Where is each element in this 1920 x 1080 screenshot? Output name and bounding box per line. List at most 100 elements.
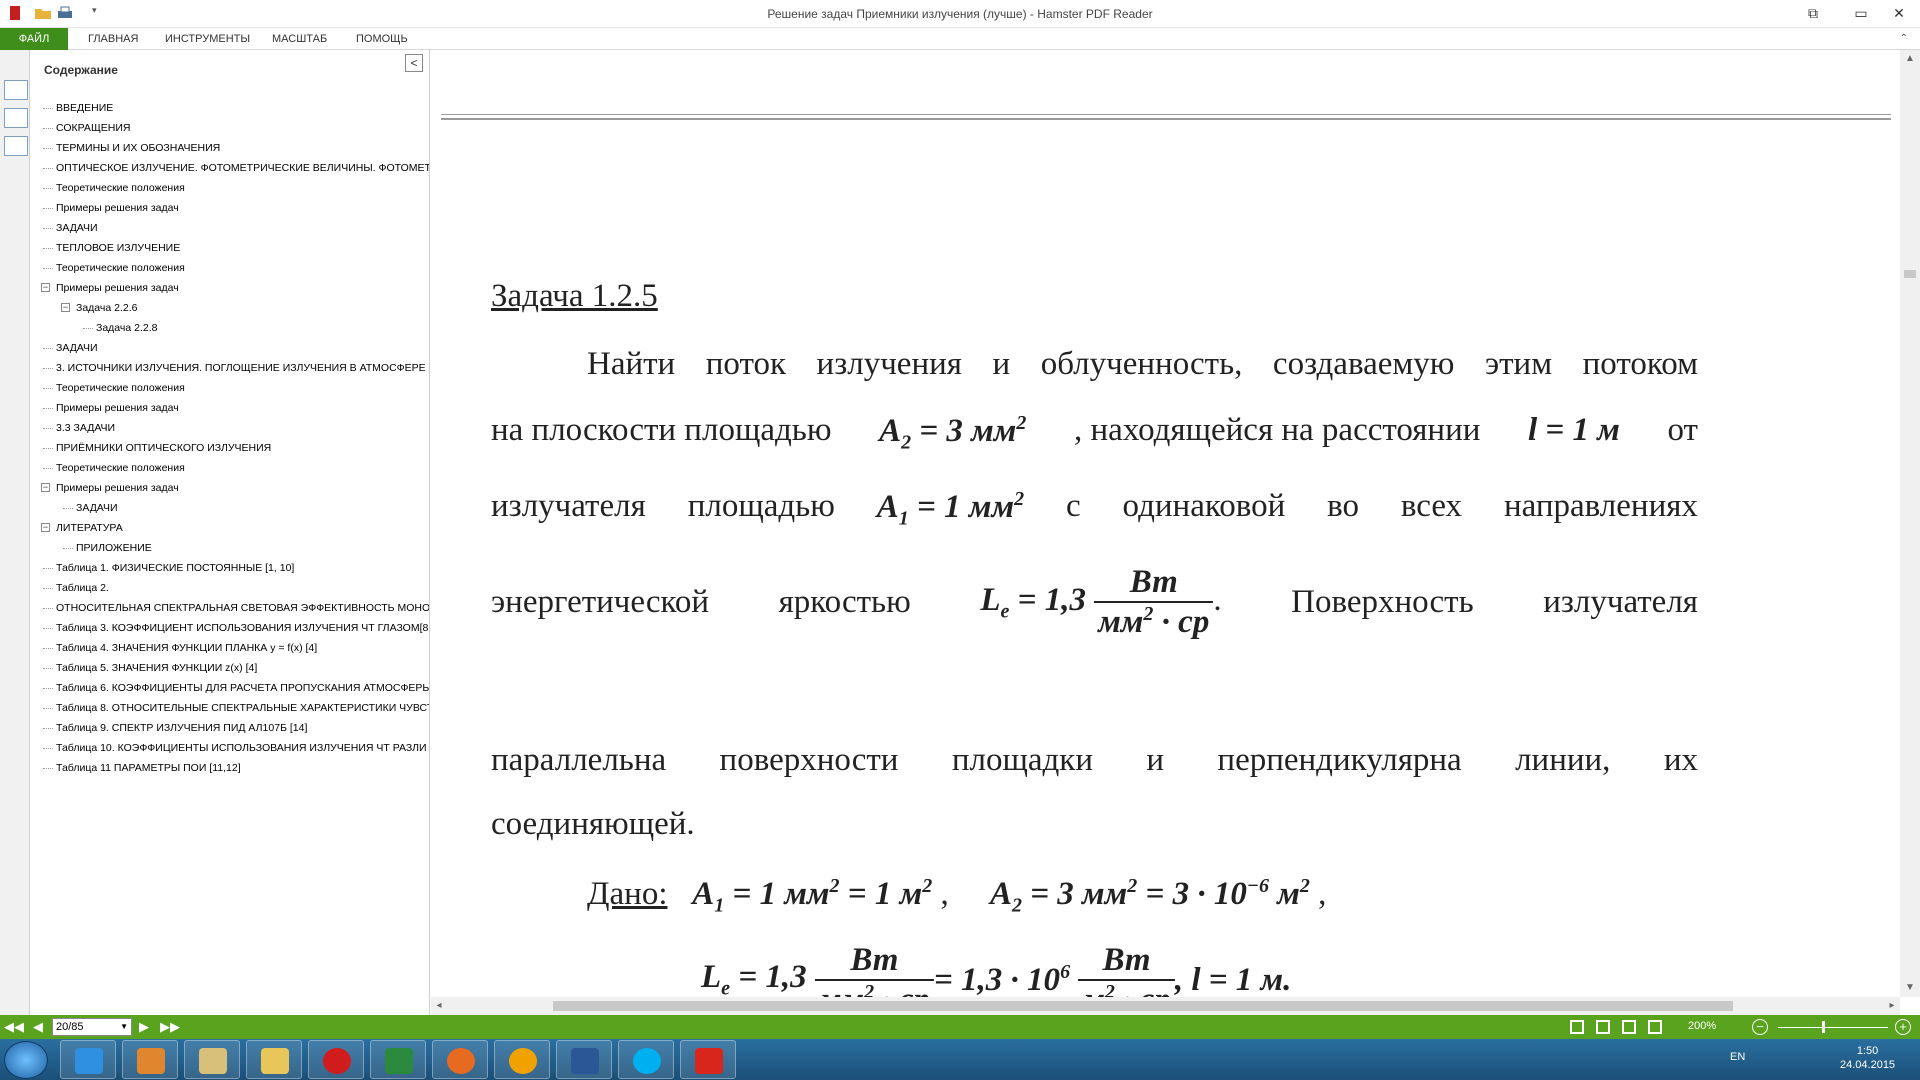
toc-item[interactable]: СОКРАЩЕНИЯ xyxy=(30,118,429,138)
given-a1: A1 = 1 мм2 = 1 м2 , xyxy=(692,875,949,917)
zoom-slider-track[interactable] xyxy=(1778,1027,1888,1028)
toc-item[interactable]: ТЕПЛОВОЕ ИЗЛУЧЕНИЕ xyxy=(30,238,429,258)
scroll-up-icon[interactable]: ▲ xyxy=(1900,50,1920,68)
page-number-input[interactable]: 20/85 ▼ xyxy=(52,1018,132,1036)
scroll-right-icon[interactable]: ▸ xyxy=(1884,997,1900,1015)
document-view[interactable]: Задача 1.2.5 Найти поток излучения и обл… xyxy=(431,50,1901,997)
toc-item-label: Таблица 4. ЗНАЧЕНИЯ ФУНКЦИИ ПЛАНКА y = f… xyxy=(56,642,318,654)
toc-item[interactable]: ЗАДАЧИ xyxy=(30,218,429,238)
horizontal-scrollbar[interactable]: ◂ ▸ xyxy=(431,997,1900,1015)
toc-item-label: Таблица 6. КОЭФФИЦИЕНТЫ ДЛЯ РАСЧЕТА ПРОП… xyxy=(56,682,430,694)
tree-collapse-icon[interactable]: − xyxy=(41,483,50,492)
excel-icon[interactable] xyxy=(370,1040,426,1079)
toc-item[interactable]: Таблица 10. КОЭФФИЦИЕНТЫ ИСПОЛЬЗОВАНИЯ И… xyxy=(30,738,429,758)
toc-item[interactable]: Таблица 5. ЗНАЧЕНИЯ ФУНКЦИИ z(x) [4] xyxy=(30,658,429,678)
two-page-continuous-view-icon[interactable] xyxy=(1648,1020,1662,1034)
zoom-out-button[interactable]: − xyxy=(1752,1019,1768,1035)
toc-item[interactable]: Таблица 8. ОТНОСИТЕЛЬНЫЕ СПЕКТРАЛЬНЫЕ ХА… xyxy=(30,698,429,718)
given-a2: A2 = 3 мм2 = 3 · 10−6 м2 , xyxy=(989,875,1327,917)
close-button[interactable]: ✕ xyxy=(1884,3,1914,23)
toc-item-label: ЗАДАЧИ xyxy=(76,502,118,514)
tree-collapse-icon[interactable]: − xyxy=(41,283,50,292)
file-explorer-icon[interactable] xyxy=(246,1040,302,1079)
outline-panel-icon[interactable] xyxy=(4,136,28,156)
toc-item[interactable]: − Примеры решения задач xyxy=(30,478,429,498)
word: одинаковой xyxy=(1122,488,1286,524)
last-page-icon[interactable]: ▶▶ xyxy=(160,1019,180,1035)
toc-item[interactable]: ВВЕДЕНИЕ xyxy=(30,98,429,118)
horizontal-scroll-thumb[interactable] xyxy=(553,1001,1733,1011)
tab-home[interactable]: ГЛАВНАЯ xyxy=(78,28,148,50)
firefox-icon[interactable] xyxy=(432,1040,488,1079)
next-page-icon[interactable]: ▶ xyxy=(136,1019,152,1035)
internet-explorer-icon[interactable] xyxy=(60,1040,116,1079)
toc-item[interactable]: Таблица 1. ФИЗИЧЕСКИЕ ПОСТОЯННЫЕ [1, 10] xyxy=(30,558,429,578)
word: линии, xyxy=(1515,742,1611,778)
vertical-scrollbar[interactable]: ▲ ▼ xyxy=(1900,50,1920,997)
toc-item[interactable]: Теоретические положения xyxy=(30,458,429,478)
previous-page-icon[interactable]: ◀ xyxy=(30,1019,46,1035)
toc-item[interactable]: − Примеры решения задач xyxy=(30,278,429,298)
toc-item[interactable]: ПРИЁМНИКИ ОПТИЧЕСКОГО ИЗЛУЧЕНИЯ xyxy=(30,438,429,458)
zoom-in-button[interactable]: + xyxy=(1895,1019,1911,1035)
toc-item[interactable]: Таблица 2. xyxy=(30,578,429,598)
continuous-view-icon[interactable] xyxy=(1596,1020,1610,1034)
opera-icon[interactable] xyxy=(308,1040,364,1079)
vertical-scroll-thumb[interactable] xyxy=(1904,270,1916,278)
toc-item[interactable]: ЗАДАЧИ xyxy=(30,338,429,358)
tree-connector xyxy=(43,248,53,249)
page-dropdown-icon[interactable]: ▼ xyxy=(120,1019,128,1035)
word-icon[interactable] xyxy=(556,1040,612,1079)
two-page-view-icon[interactable] xyxy=(1622,1020,1636,1034)
toc-item[interactable]: − Задача 2.2.6 xyxy=(30,298,429,318)
toc-item[interactable]: 3.3 ЗАДАЧИ xyxy=(30,418,429,438)
paint-icon[interactable] xyxy=(184,1040,240,1079)
thumbnails-panel-icon[interactable] xyxy=(4,108,28,128)
toc-item[interactable]: Таблица 9. СПЕКТР ИЗЛУЧЕНИЯ ПИД АЛ107Б [… xyxy=(30,718,429,738)
toc-item[interactable]: Теоретические положения xyxy=(30,378,429,398)
bookmarks-panel-icon[interactable] xyxy=(4,80,28,100)
maximize-button[interactable]: ▭ xyxy=(1846,3,1876,23)
media-player-icon[interactable] xyxy=(122,1040,178,1079)
tree-collapse-icon[interactable]: − xyxy=(61,303,70,312)
tab-file[interactable]: ФАЙЛ xyxy=(0,28,68,50)
toc-item[interactable]: Теоретические положения xyxy=(30,258,429,278)
single-page-view-icon[interactable] xyxy=(1570,1020,1584,1034)
toc-item[interactable]: ПРИЛОЖЕНИЕ xyxy=(30,538,429,558)
scroll-down-icon[interactable]: ▼ xyxy=(1900,979,1920,997)
ribbon-collapse-icon[interactable]: ⌃ xyxy=(1900,33,1908,44)
tree-collapse-icon[interactable]: − xyxy=(41,523,50,532)
toc-item[interactable]: Таблица 6. КОЭФФИЦИЕНТЫ ДЛЯ РАСЧЕТА ПРОП… xyxy=(30,678,430,698)
toc-item[interactable]: Теоретические положения xyxy=(30,178,429,198)
toc-item[interactable]: ОТНОСИТЕЛЬНАЯ СПЕКТРАЛЬНАЯ СВЕТОВАЯ ЭФФЕ… xyxy=(30,598,429,618)
toc-item[interactable]: Примеры решения задач xyxy=(30,398,429,418)
tab-tools[interactable]: ИНСТРУМЕНТЫ xyxy=(155,28,260,50)
toc-item[interactable]: ЗАДАЧИ xyxy=(30,498,429,518)
mail-agent-icon[interactable] xyxy=(494,1040,550,1079)
toc-item[interactable]: Таблица 11 ПАРАМЕТРЫ ПОИ [11,12] xyxy=(30,758,429,778)
language-indicator[interactable]: EN xyxy=(1730,1051,1745,1063)
toc-item[interactable]: 3. ИСТОЧНИКИ ИЗЛУЧЕНИЯ. ПОГЛОЩЕНИЕ ИЗЛУЧ… xyxy=(30,358,429,378)
fullscreen-button[interactable]: ⧉ xyxy=(1798,3,1828,23)
word: потоком xyxy=(1582,346,1698,382)
toc-item[interactable]: Задача 2.2.8 xyxy=(30,318,429,338)
skype-icon[interactable] xyxy=(618,1040,674,1079)
toc-item[interactable]: Таблица 3. КОЭФФИЦИЕНТ ИСПОЛЬЗОВАНИЯ ИЗЛ… xyxy=(30,618,429,638)
toc-item[interactable]: − ЛИТЕРАТУРА xyxy=(30,518,429,538)
zoom-slider-thumb[interactable] xyxy=(1822,1021,1825,1033)
toc-item[interactable]: ОПТИЧЕСКОЕ ИЗЛУЧЕНИЕ. ФОТОМЕТРИЧЕСКИЕ ВЕ… xyxy=(30,158,429,178)
toc-item[interactable]: Таблица 4. ЗНАЧЕНИЯ ФУНКЦИИ ПЛАНКА y = f… xyxy=(30,638,429,658)
sidebar-collapse-button[interactable]: < xyxy=(405,54,423,72)
tree-connector xyxy=(43,408,53,409)
toc-item[interactable]: ТЕРМИНЫ И ИХ ОБОЗНАЧЕНИЯ xyxy=(30,138,429,158)
scroll-left-icon[interactable]: ◂ xyxy=(431,997,447,1015)
start-button-icon[interactable] xyxy=(4,1041,48,1079)
toc-item[interactable]: Примеры решения задач xyxy=(30,198,429,218)
tab-help[interactable]: ПОМОЩЬ xyxy=(346,28,418,50)
pdf-reader-taskbar-icon[interactable] xyxy=(680,1040,736,1079)
toc-tree: ВВЕДЕНИЕ СОКРАЩЕНИЯ ТЕРМИНЫ И ИХ ОБОЗНАЧЕН… xyxy=(30,98,430,778)
given-formula-line: Le = 1,3 Втмм2 · ср = 1,3 · 106 Втм2 · с… xyxy=(701,940,1291,998)
tab-zoom[interactable]: МАСШТАБ xyxy=(262,28,337,50)
first-page-icon[interactable]: ◀◀ xyxy=(4,1019,24,1035)
clock[interactable]: 1:50 24.04.2015 xyxy=(1840,1044,1895,1072)
